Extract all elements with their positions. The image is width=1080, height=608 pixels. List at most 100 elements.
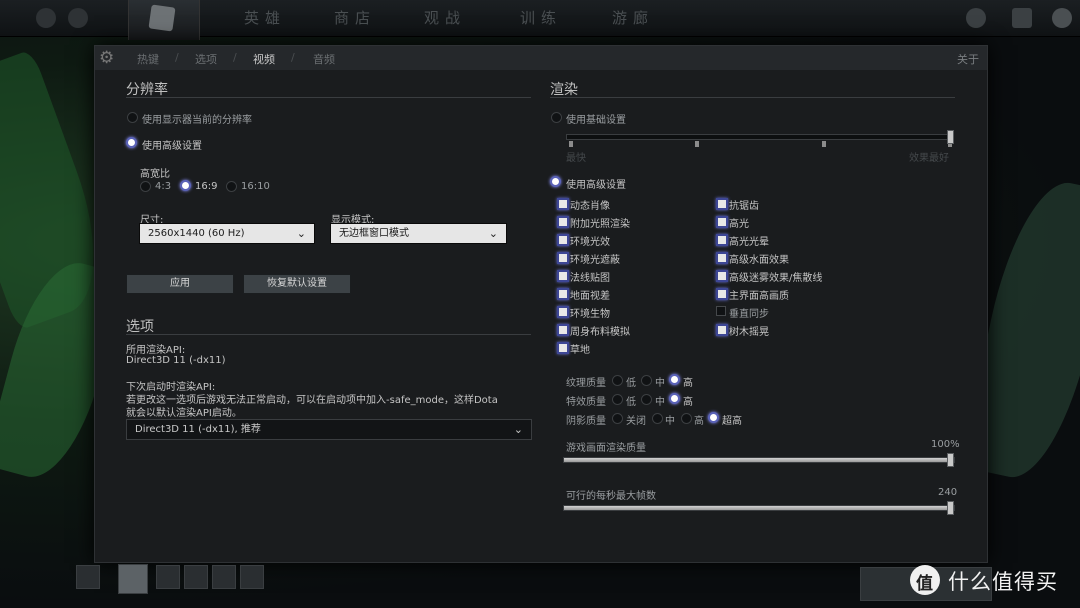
tab-hotkeys[interactable]: 热键 [137, 51, 159, 67]
tab-options[interactable]: 选项 [195, 51, 217, 67]
friends-icon[interactable] [966, 8, 986, 28]
chevron-down-icon: ⌄ [296, 227, 306, 240]
use-advanced-render-radio[interactable] [550, 176, 561, 187]
render-option-checkbox[interactable] [557, 198, 569, 210]
render-option-checkbox[interactable] [557, 342, 569, 354]
render-option-label: 垂直同步 [729, 309, 769, 320]
render-option-checkbox[interactable] [557, 216, 569, 228]
max-fps-slider-thumb[interactable] [947, 501, 954, 515]
watermark-text: 什么值得买 [948, 570, 1058, 594]
render-option-label: 环境光遮蔽 [570, 255, 620, 266]
render-option-label: 周身布料模拟 [570, 327, 630, 338]
aspect-16-9-label: 16:9 [195, 181, 218, 192]
texture-mid-radio[interactable] [641, 375, 652, 386]
portrait-icon[interactable] [118, 564, 148, 594]
render-quality-value: 100% [931, 439, 960, 450]
nav-heroes[interactable]: 英雄 [244, 7, 286, 28]
size-dropdown-value: 2560x1440 (60 Hz) [148, 228, 245, 239]
settings-icon[interactable] [36, 8, 56, 28]
effects-high-label: 高 [683, 397, 693, 408]
item-slot-icon[interactable] [156, 565, 180, 589]
nav-watch[interactable]: 观战 [424, 7, 466, 28]
texture-high-radio[interactable] [669, 374, 680, 385]
shadow-quality-label: 阴影质量 [566, 416, 606, 427]
render-option-label: 高光 [729, 219, 749, 230]
render-option-checkbox[interactable] [716, 252, 728, 264]
next-api-dropdown[interactable]: Direct3D 11 (-dx11), 推荐 ⌄ [126, 419, 532, 440]
about-link[interactable]: 关于 [957, 51, 979, 67]
render-option-checkbox[interactable] [716, 270, 728, 282]
item-slot-icon[interactable] [212, 565, 236, 589]
item-slot-icon[interactable] [240, 565, 264, 589]
aspect-ratio-label: 高宽比 [140, 169, 170, 180]
render-option-checkbox[interactable] [716, 216, 728, 228]
apply-button[interactable]: 应用 [126, 274, 234, 294]
render-option-checkbox[interactable] [557, 234, 569, 246]
inventory-icon[interactable] [1012, 8, 1032, 28]
render-option-checkbox[interactable] [716, 198, 728, 210]
shadow-off-radio[interactable] [612, 413, 623, 424]
basic-quality-slider[interactable] [566, 134, 954, 140]
render-option-checkbox[interactable] [557, 252, 569, 264]
tab-separator: / [175, 51, 179, 64]
gear-icon: ⚙ [99, 48, 115, 68]
render-option-label: 高级水面效果 [729, 255, 789, 266]
render-option-checkbox[interactable] [557, 270, 569, 282]
effects-low-radio[interactable] [612, 394, 623, 405]
current-api-value: Direct3D 11 (-dx11) [126, 355, 226, 366]
options-title: 选项 [126, 319, 154, 335]
next-api-dropdown-value: Direct3D 11 (-dx11), 推荐 [135, 424, 261, 435]
shadow-ultra-radio[interactable] [708, 412, 719, 423]
render-option-label: 树木摇晃 [729, 327, 769, 338]
tab-separator: / [233, 51, 237, 64]
basic-quality-slider-thumb[interactable] [947, 130, 954, 144]
close-icon[interactable] [1052, 8, 1072, 28]
render-option-label: 环境生物 [570, 309, 610, 320]
item-slot-icon[interactable] [184, 565, 208, 589]
render-option-checkbox[interactable] [557, 324, 569, 336]
aspect-4-3-radio[interactable] [140, 181, 151, 192]
display-mode-dropdown[interactable]: 无边框窗口模式 ⌄ [330, 223, 507, 244]
effects-high-radio[interactable] [669, 393, 680, 404]
divider [126, 97, 531, 98]
chevron-down-icon: ⌄ [513, 423, 523, 436]
shop-icon[interactable] [76, 565, 100, 589]
use-basic-render-radio[interactable] [551, 112, 562, 123]
size-dropdown[interactable]: 2560x1440 (60 Hz) ⌄ [139, 223, 315, 244]
render-quality-slider-thumb[interactable] [947, 453, 954, 467]
top-navigation-bar: 英雄 商店 观战 训练 游廊 [0, 0, 1080, 40]
nav-store[interactable]: 商店 [334, 7, 376, 28]
use-advanced-resolution-radio[interactable] [126, 137, 137, 148]
render-option-label: 主界面高画质 [729, 291, 789, 302]
texture-low-radio[interactable] [612, 375, 623, 386]
use-basic-render-label: 使用基础设置 [566, 115, 626, 126]
use-display-resolution-radio[interactable] [127, 112, 138, 123]
tab-video[interactable]: 视频 [253, 51, 275, 67]
shadow-high-radio[interactable] [681, 413, 692, 424]
effects-mid-radio[interactable] [641, 394, 652, 405]
aspect-16-9-radio[interactable] [180, 180, 191, 191]
nav-learn[interactable]: 训练 [520, 7, 562, 28]
aspect-16-10-radio[interactable] [226, 181, 237, 192]
dota-logo-icon [148, 4, 176, 32]
nav-arcade[interactable]: 游廊 [612, 7, 654, 28]
render-option-checkbox[interactable] [716, 306, 726, 316]
current-api-label: 所用渲染API: [126, 345, 186, 356]
render-option-checkbox[interactable] [716, 234, 728, 246]
render-option-label: 高光光晕 [729, 237, 769, 248]
tab-audio[interactable]: 音频 [313, 51, 335, 67]
effects-mid-label: 中 [655, 397, 665, 408]
slider-tick [695, 141, 699, 147]
divider [550, 97, 955, 98]
menu-icon[interactable] [68, 8, 88, 28]
render-quality-label: 游戏画面渲染质量 [566, 443, 646, 454]
render-option-checkbox[interactable] [557, 306, 569, 318]
max-fps-value: 240 [938, 487, 958, 498]
render-option-checkbox[interactable] [557, 288, 569, 300]
restore-defaults-button[interactable]: 恢复默认设置 [243, 274, 351, 294]
render-option-checkbox[interactable] [716, 288, 728, 300]
shadow-ultra-label: 超高 [722, 416, 742, 427]
shadow-mid-radio[interactable] [652, 413, 663, 424]
use-display-resolution-label: 使用显示器当前的分辨率 [142, 115, 252, 126]
render-option-checkbox[interactable] [716, 324, 728, 336]
